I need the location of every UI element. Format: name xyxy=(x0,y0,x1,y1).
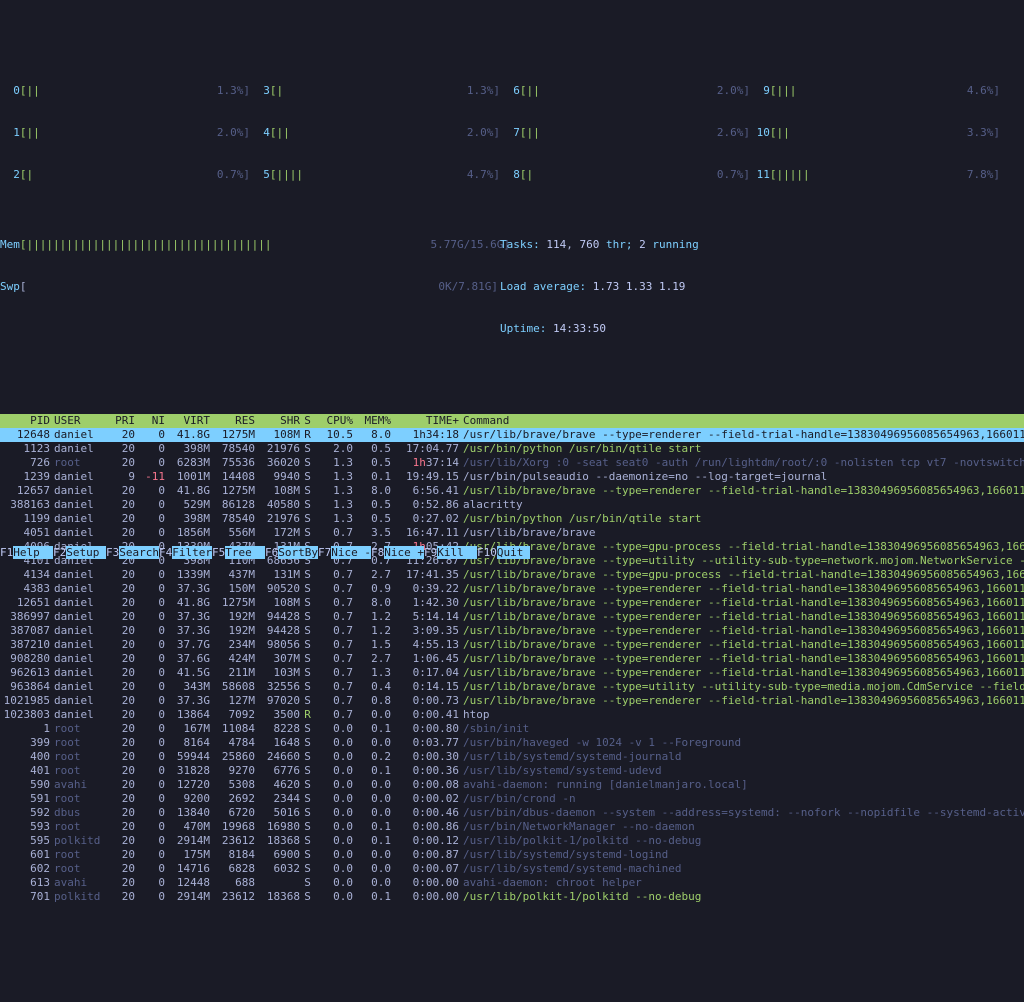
col-user[interactable]: USER xyxy=(50,414,105,428)
table-row[interactable]: 1239daniel9-111001M144089940S1.30.119:49… xyxy=(0,470,1024,484)
col-ni[interactable]: NI xyxy=(135,414,165,428)
table-row[interactable]: 12651daniel20041.8G1275M108MS0.78.01:42.… xyxy=(0,596,1024,610)
cpu-meters: 0[|| 1.3%] 3[| 1.3%] 6[|| 2.0%] 9[||| 4.… xyxy=(0,56,1024,196)
cpu-meter-5: 5[|||| 4.7%] xyxy=(250,168,500,182)
table-row[interactable]: 4383daniel20037.3G150M90520S0.70.90:39.2… xyxy=(0,582,1024,596)
table-row[interactable]: 962613daniel20041.5G211M103MS0.71.30:17.… xyxy=(0,666,1024,680)
table-row[interactable]: 701polkitd2002914M2361218368S0.00.10:00.… xyxy=(0,890,1024,904)
cpu-meter-4: 4[|| 2.0%] xyxy=(250,126,500,140)
fn-f2[interactable]: F2Setup xyxy=(53,546,106,559)
swp-meter: Swp[ 0K/7.81G] xyxy=(0,280,498,294)
uptime-line: Uptime: 14:33:50 xyxy=(500,322,1024,336)
col-virt[interactable]: VIRT xyxy=(165,414,210,428)
col-pid[interactable]: PID xyxy=(0,414,50,428)
fn-f3[interactable]: F3Search xyxy=(106,546,159,559)
table-row[interactable]: 613avahi20012448688S0.00.00:00.00avahi-d… xyxy=(0,876,1024,890)
table-row[interactable]: 592dbus2001384067205016S0.00.00:00.46/us… xyxy=(0,806,1024,820)
table-row[interactable]: 963864daniel200343M5860832556S0.70.40:14… xyxy=(0,680,1024,694)
cpu-meter-2: 2[| 0.7%] xyxy=(0,168,250,182)
col-s[interactable]: S xyxy=(300,414,315,428)
table-row[interactable]: 400root200599442586024660S0.00.20:00.30/… xyxy=(0,750,1024,764)
cpu-meter-0: 0[|| 1.3%] xyxy=(0,84,250,98)
table-row[interactable]: 388163daniel200529M8612840580S1.30.50:52… xyxy=(0,498,1024,512)
table-row[interactable]: 1root200167M110848228S0.00.10:00.80/sbin… xyxy=(0,722,1024,736)
table-row[interactable]: 908280daniel20037.6G424M307MS0.72.71:06.… xyxy=(0,652,1024,666)
cpu-meter-10: 10[|| 3.3%] xyxy=(750,126,1000,140)
table-row[interactable]: 602root2001471668286032S0.00.00:00.07/us… xyxy=(0,862,1024,876)
table-row[interactable]: 1023803daniel2001386470923500R0.70.00:00… xyxy=(0,708,1024,722)
table-row[interactable]: 4134daniel2001339M437M131MS0.72.717:41.3… xyxy=(0,568,1024,582)
table-row[interactable]: 601root200175M81846900S0.00.00:00.87/usr… xyxy=(0,848,1024,862)
fn-f1[interactable]: F1Help xyxy=(0,546,53,559)
table-row[interactable]: 593root200470M1996816980S0.00.10:00.86/u… xyxy=(0,820,1024,834)
cpu-meter-9: 9[||| 4.6%] xyxy=(750,84,1000,98)
col-shr[interactable]: SHR xyxy=(255,414,300,428)
col-res[interactable]: RES xyxy=(210,414,255,428)
cpu-meter-3: 3[| 1.3%] xyxy=(250,84,500,98)
fn-f6[interactable]: F6SortBy xyxy=(265,546,318,559)
fn-f10[interactable]: F10Quit xyxy=(477,546,530,559)
table-row[interactable]: 12648daniel20041.8G1275M108MR10.58.01h34… xyxy=(0,428,1024,442)
table-row[interactable]: 1021985daniel20037.3G127M97020S0.70.80:0… xyxy=(0,694,1024,708)
table-row[interactable]: 591root200920026922344S0.00.00:00.02/usr… xyxy=(0,792,1024,806)
col-command[interactable]: Command xyxy=(459,414,1024,428)
fn-f5[interactable]: F5Tree xyxy=(212,546,265,559)
cpu-meter-8: 8[| 0.7%] xyxy=(500,168,750,182)
table-row[interactable]: 12657daniel20041.8G1275M108MS1.38.06:56.… xyxy=(0,484,1024,498)
load-line: Load average: 1.73 1.33 1.19 xyxy=(500,280,1024,294)
table-row[interactable]: 595polkitd2002914M2361218368S0.00.10:00.… xyxy=(0,834,1024,848)
fn-f9[interactable]: F9Kill xyxy=(424,546,477,559)
table-row[interactable]: 401root2003182892706776S0.00.10:00.36/us… xyxy=(0,764,1024,778)
col-mem%[interactable]: MEM% xyxy=(353,414,391,428)
col-time+[interactable]: TIME+ xyxy=(391,414,459,428)
cpu-meter-6: 6[|| 2.0%] xyxy=(500,84,750,98)
table-row[interactable]: 4051daniel2001856M556M172MS0.73.516:47.1… xyxy=(0,526,1024,540)
table-row[interactable]: 1199daniel200398M7854021976S1.30.50:27.0… xyxy=(0,512,1024,526)
table-row[interactable]: 726root2006283M7553636020S1.30.51h37:14/… xyxy=(0,456,1024,470)
cpu-meter-1: 1[|| 2.0%] xyxy=(0,126,250,140)
fn-f4[interactable]: F4Filter xyxy=(159,546,212,559)
mem-meter: Mem[||||||||||||||||||||||||||||||||||||… xyxy=(0,238,498,252)
cpu-meter-7: 7[|| 2.6%] xyxy=(500,126,750,140)
fn-f7[interactable]: F7Nice - xyxy=(318,546,371,559)
tasks-line: Tasks: 114, 760 thr; 2 running xyxy=(500,238,1024,252)
fn-f8[interactable]: F8Nice + xyxy=(371,546,424,559)
table-row[interactable]: 1123daniel200398M7854021976S2.00.517:04.… xyxy=(0,442,1024,456)
table-row[interactable]: 387087daniel20037.3G192M94428S0.71.23:09… xyxy=(0,624,1024,638)
table-row[interactable]: 386997daniel20037.3G192M94428S0.71.25:14… xyxy=(0,610,1024,624)
process-table[interactable]: PIDUSERPRINIVIRTRESSHRSCPU%MEM%TIME+Comm… xyxy=(0,414,1024,904)
table-row[interactable]: 590avahi2001272053084620S0.00.00:00.08av… xyxy=(0,778,1024,792)
footer-bar[interactable]: F1Help F2Setup F3SearchF4FilterF5Tree F6… xyxy=(0,546,530,560)
table-row[interactable]: 399root200816447841648S0.00.00:03.77/usr… xyxy=(0,736,1024,750)
col-cpu%[interactable]: CPU% xyxy=(315,414,353,428)
col-pri[interactable]: PRI xyxy=(105,414,135,428)
table-row[interactable]: 387210daniel20037.7G234M98056S0.71.54:55… xyxy=(0,638,1024,652)
cpu-meter-11: 11[||||| 7.8%] xyxy=(750,168,1000,182)
